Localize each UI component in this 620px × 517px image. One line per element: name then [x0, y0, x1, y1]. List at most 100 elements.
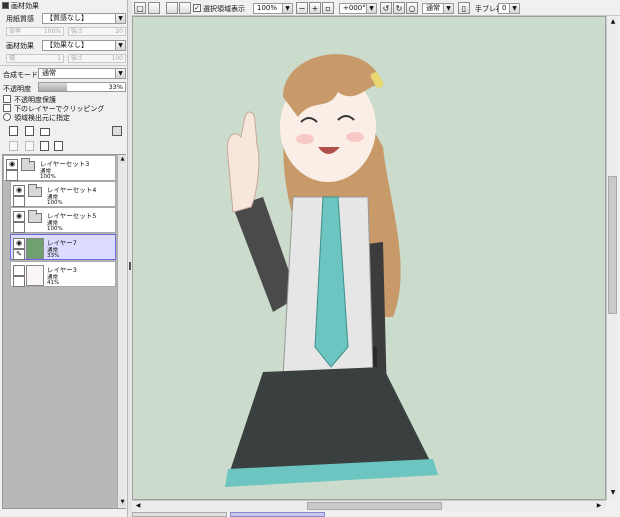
zoom-value: 100% [257, 4, 278, 12]
layer-list-scrollbar[interactable]: ▲ ▼ [117, 155, 126, 508]
scrollbar-thumb[interactable] [307, 502, 442, 510]
divider [0, 65, 128, 66]
stabilizer-select[interactable]: 0 ▼ [498, 3, 520, 14]
folder-icon [28, 210, 42, 223]
paper-scale-label: 倍率 [9, 28, 22, 35]
document-tab-active[interactable] [230, 512, 325, 517]
chevron-down-icon: ▼ [443, 4, 453, 13]
layer-opacity: 100% [40, 174, 56, 180]
effect-width-value: 1 [57, 55, 61, 62]
new-layer-icon[interactable] [9, 126, 18, 136]
chevron-down-icon: ▼ [115, 41, 125, 50]
scrollbar-left-arrow[interactable]: ◀ [133, 501, 143, 511]
eye-icon[interactable]: ◉ [13, 211, 25, 222]
effect-strength-field[interactable]: 強さ 100 [68, 54, 126, 63]
invert-selection-icon[interactable] [166, 2, 178, 14]
scrollbar-right-arrow[interactable]: ▶ [594, 501, 604, 511]
detection-source-radio[interactable] [3, 113, 11, 121]
show-selection-checkbox[interactable]: ✓ [193, 4, 201, 12]
blush-right [346, 132, 364, 142]
opacity-value: 33% [108, 83, 123, 91]
paper-strength-value: 20 [115, 28, 123, 35]
layer-opacity: 100% [47, 200, 63, 206]
selection-icon[interactable] [179, 2, 191, 14]
canvas-view[interactable] [132, 16, 606, 500]
show-selection-label: 選択領域表示 [203, 5, 245, 13]
new-folder-icon[interactable] [40, 128, 50, 136]
layer-opacity: 41% [47, 280, 60, 286]
paper-texture-select[interactable]: 【質感なし】 ▼ [42, 13, 126, 24]
blend-mode-select[interactable]: 通常 ▼ [38, 68, 126, 79]
display-mode-select[interactable]: 通常 ▼ [422, 3, 454, 14]
zoom-reset-icon[interactable]: ▫ [322, 2, 334, 14]
preserve-opacity-checkbox[interactable] [3, 95, 11, 103]
chevron-down-icon: ▼ [282, 4, 292, 13]
new-linework-layer-icon[interactable] [25, 126, 34, 136]
delete-layer-icon[interactable] [54, 141, 63, 151]
clear-layer-icon[interactable] [40, 141, 49, 151]
eye-icon[interactable]: ◉ [13, 238, 25, 249]
scrollbar-down-arrow[interactable]: ▼ [608, 488, 618, 498]
blush-left [296, 134, 314, 144]
blend-mode-value: 通常 [42, 69, 56, 77]
select-all-icon[interactable]: ▢ [134, 2, 146, 14]
stabilizer-value: 0 [502, 4, 507, 12]
layer-item-selected[interactable]: ◉ ✎ レイヤー7 通常 33% [10, 234, 116, 260]
zoom-out-icon[interactable]: − [296, 2, 308, 14]
visibility-toggle[interactable] [13, 265, 25, 276]
raised-hand [226, 111, 260, 213]
folder-icon [21, 158, 35, 171]
rotate-left-icon[interactable]: ↺ [380, 2, 392, 14]
paper-scale-field[interactable]: 倍率 100% [6, 27, 64, 36]
transfer-down-icon[interactable] [9, 141, 18, 151]
deselect-icon[interactable] [148, 2, 160, 14]
zoom-select[interactable]: 100% ▼ [253, 3, 293, 14]
option-clipping[interactable]: 下のレイヤーでクリッピング [3, 104, 123, 113]
layer-item[interactable]: レイヤー3 通常 41% [10, 261, 116, 287]
layer-thumbnail [26, 238, 44, 259]
chevron-down-icon: ▼ [509, 4, 519, 13]
lock-toggle[interactable] [13, 222, 25, 233]
effect-label: 画材効果 [6, 42, 34, 50]
clipping-checkbox[interactable] [3, 104, 11, 112]
panel-collapse-box[interactable] [2, 2, 9, 9]
layer-item[interactable]: ◉ レイヤーセット5 通常 100% [10, 207, 116, 233]
merge-down-icon[interactable] [25, 141, 34, 151]
scrollbar-up-arrow[interactable]: ▲ [608, 17, 618, 27]
layer-opacity: 33% [47, 253, 60, 259]
layer-thumbnail [26, 265, 44, 286]
canvas-vertical-scrollbar[interactable]: ▲ ▼ [606, 16, 618, 500]
chevron-down-icon: ▼ [115, 14, 125, 23]
paper-scale-value: 100% [43, 28, 61, 35]
layer-item[interactable]: ◉ レイヤーセット3 通常 100% [3, 155, 116, 181]
scrollbar-up-arrow[interactable]: ▲ [119, 156, 126, 163]
lock-toggle[interactable] [13, 276, 25, 287]
rotation-select[interactable]: +000° ▼ [339, 3, 377, 14]
pen-icon[interactable]: ✎ [13, 249, 25, 260]
effect-select[interactable]: 【効果なし】 ▼ [42, 40, 126, 51]
document-tab[interactable] [132, 512, 227, 517]
flip-horizontal-icon[interactable]: ▯ [458, 2, 470, 14]
opacity-slider[interactable]: 33% [38, 82, 126, 92]
eye-icon[interactable]: ◉ [6, 159, 18, 170]
effect-width-field[interactable]: 幅 1 [6, 54, 64, 63]
zoom-in-icon[interactable]: + [309, 2, 321, 14]
layer-item[interactable]: ◉ レイヤーセット4 通常 100% [10, 181, 116, 207]
paper-strength-field[interactable]: 強さ 20 [68, 27, 126, 36]
canvas-horizontal-scrollbar[interactable]: ◀ ▶ [132, 500, 606, 511]
layer-panel-menu-icon[interactable] [112, 126, 122, 136]
chevron-down-icon: ▼ [366, 4, 376, 13]
rotate-reset-icon[interactable]: ○ [406, 2, 418, 14]
scrollbar-down-arrow[interactable]: ▼ [119, 499, 126, 506]
rotate-right-icon[interactable]: ↻ [393, 2, 405, 14]
blend-mode-label: 合成モード [3, 71, 38, 79]
option-preserve-opacity[interactable]: 不透明度保護 [3, 95, 123, 104]
lock-toggle[interactable] [13, 196, 25, 207]
option-detection-source[interactable]: 領域検出元に指定 [3, 113, 123, 122]
eye-icon[interactable]: ◉ [13, 185, 25, 196]
splitter-grip-icon [129, 262, 131, 270]
canvas-illustration [225, 54, 438, 487]
lock-toggle[interactable] [6, 170, 18, 181]
display-mode-value: 通常 [426, 4, 440, 12]
scrollbar-thumb[interactable] [608, 176, 617, 314]
